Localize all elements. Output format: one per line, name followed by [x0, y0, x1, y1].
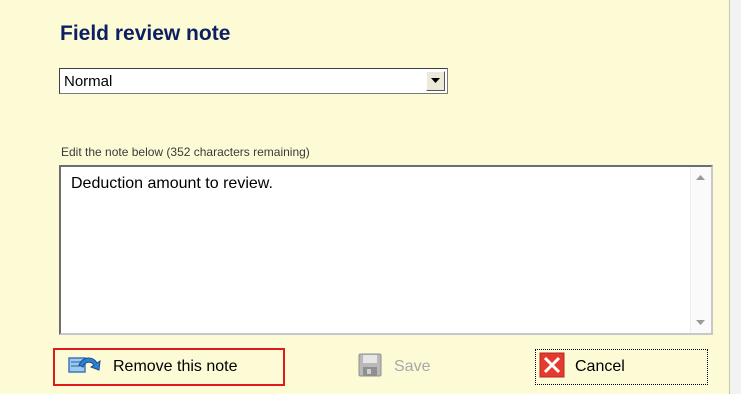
remove-note-button[interactable]: Remove this note [53, 348, 285, 386]
remove-note-label: Remove this note [113, 358, 238, 375]
dropdown-arrow-icon[interactable] [426, 71, 445, 91]
save-label: Save [394, 358, 431, 375]
dialog-title: Field review note [60, 22, 231, 45]
note-type-selected-value: Normal [64, 73, 113, 90]
scroll-up-arrow-icon[interactable] [696, 175, 705, 180]
note-textarea[interactable]: Deduction amount to review. [59, 165, 713, 335]
cancel-label: Cancel [575, 358, 625, 375]
red-x-icon [539, 352, 565, 383]
save-button[interactable]: Save [355, 348, 465, 386]
note-remove-icon [67, 354, 101, 381]
note-scrollbar[interactable] [690, 167, 711, 333]
field-review-note-dialog: Field review note Normal Edit the note b… [0, 0, 730, 394]
note-text: Deduction amount to review. [71, 175, 273, 192]
scroll-down-arrow-icon[interactable] [696, 320, 705, 325]
cancel-button[interactable]: Cancel [535, 349, 708, 385]
floppy-disk-icon [358, 353, 382, 382]
characters-remaining-hint: Edit the note below (352 characters rema… [61, 145, 310, 159]
note-type-select[interactable]: Normal [59, 68, 448, 94]
